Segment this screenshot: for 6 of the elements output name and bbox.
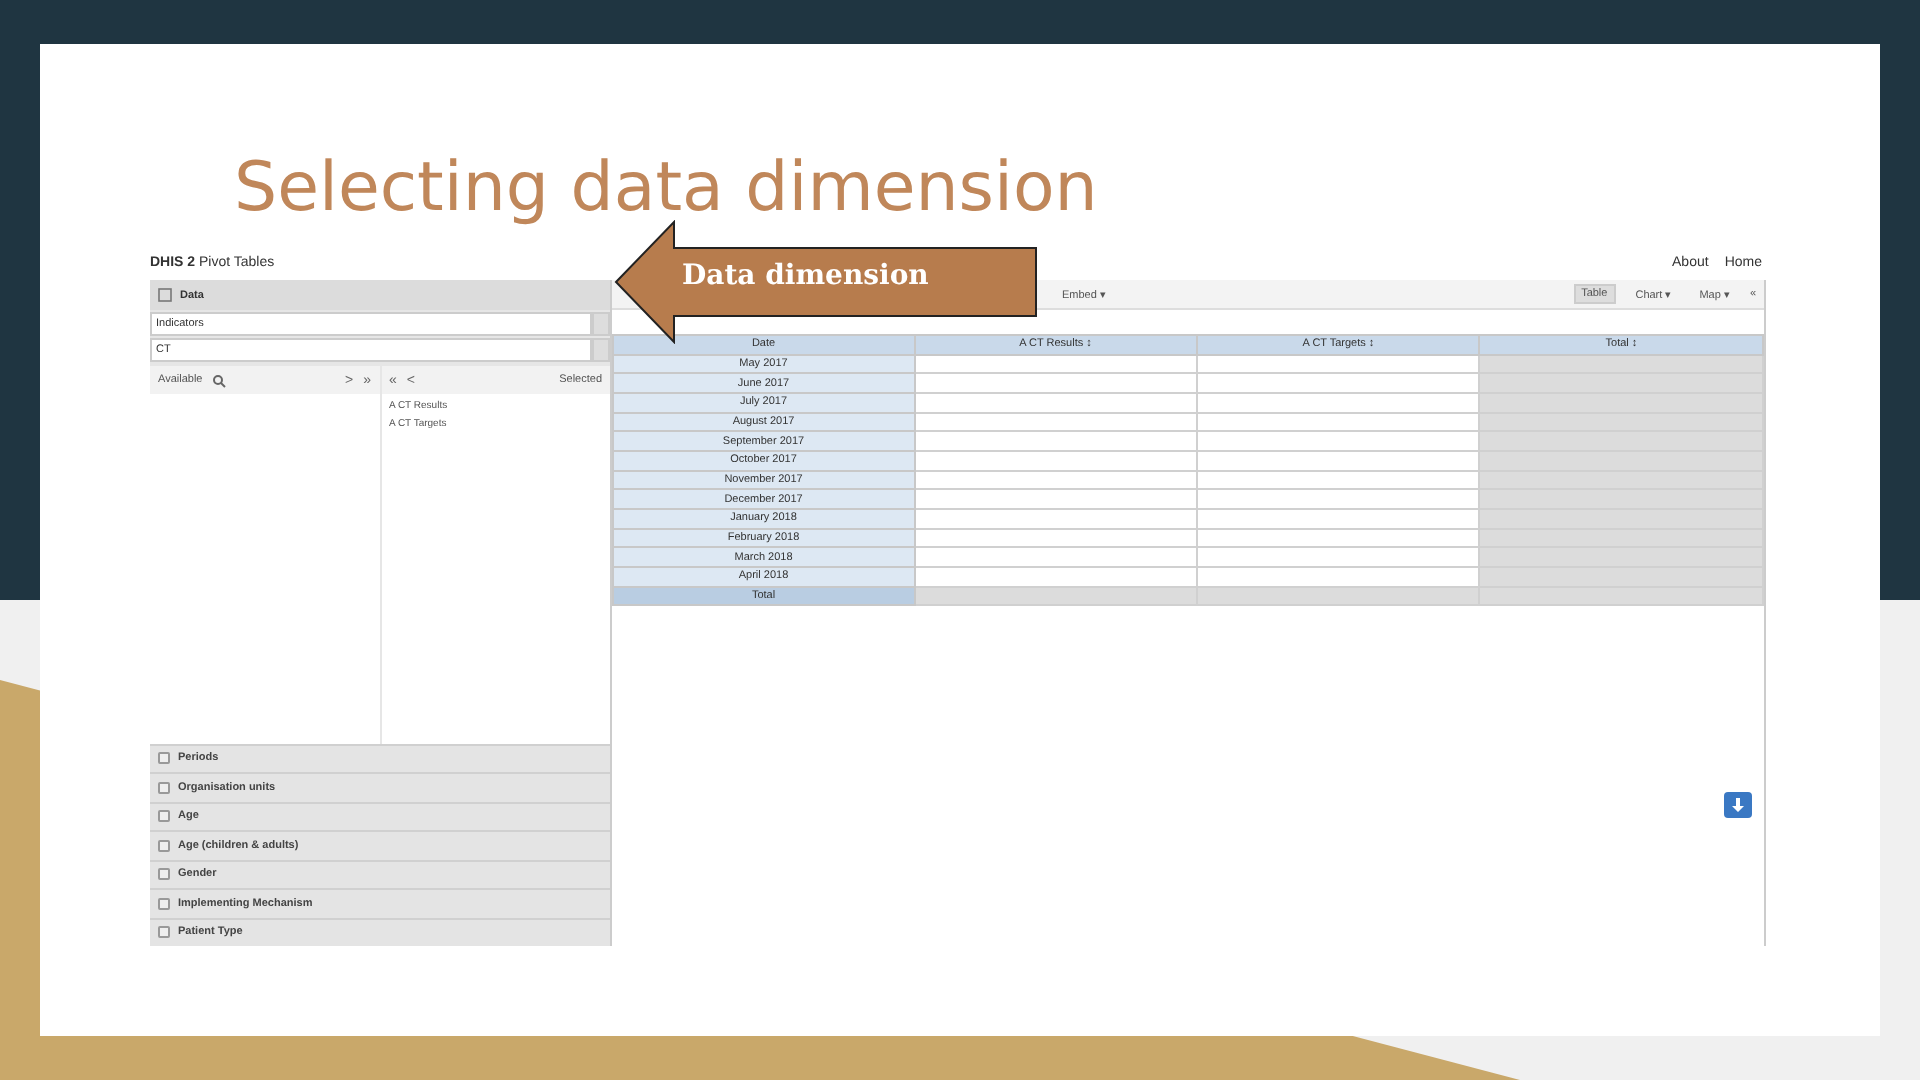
- search-icon[interactable]: [212, 373, 227, 387]
- dropdown-toggle[interactable]: [592, 312, 610, 336]
- download-button[interactable]: [1724, 792, 1752, 818]
- download-arrow-icon: [1730, 797, 1746, 813]
- dropdown-toggle[interactable]: [592, 338, 610, 362]
- slide-title: Selecting data dimension: [234, 146, 1100, 232]
